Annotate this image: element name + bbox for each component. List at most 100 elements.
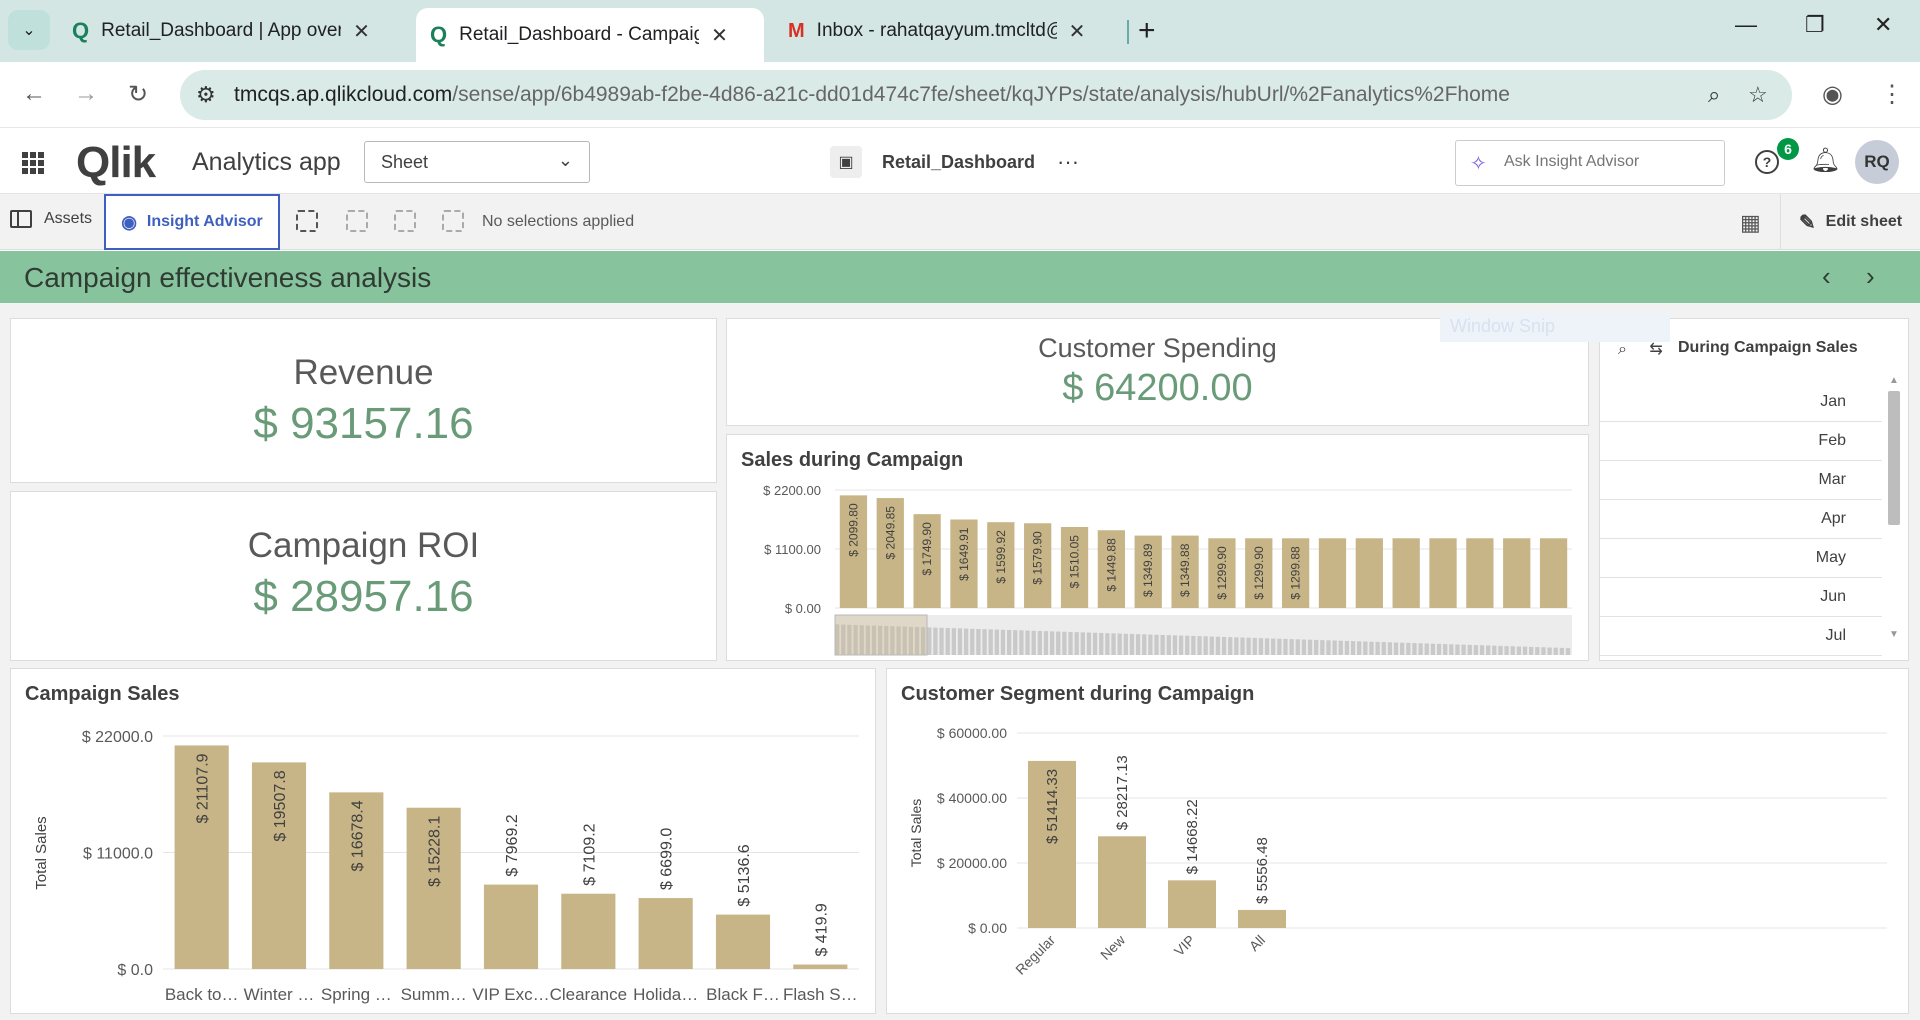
bell-icon[interactable]: 🔔︎	[1810, 146, 1840, 175]
reload-icon[interactable]: ↻	[128, 80, 148, 109]
mini-chart-bar	[1246, 637, 1251, 655]
forward-arrow-icon[interactable]: →	[74, 80, 98, 108]
bookmark-star-icon[interactable]: ☆	[1748, 82, 1768, 108]
mini-chart-bar	[1252, 637, 1257, 655]
filter-scrollbar[interactable]: ▲ ▼	[1886, 375, 1902, 640]
filter-item-feb[interactable]: Feb	[1600, 422, 1882, 461]
minimize-button[interactable]: —	[1735, 12, 1757, 38]
close-icon[interactable]: ✕	[353, 19, 370, 44]
restore-button[interactable]: ❐	[1805, 12, 1825, 38]
browser-tab-app-overview[interactable]: Q Retail_Dashboard | App overview ✕	[58, 8, 384, 54]
back-arrow-icon[interactable]: ←	[22, 80, 46, 108]
mini-chart-bar	[1283, 638, 1288, 655]
y-tick-label: $ 0.0	[117, 962, 153, 979]
profile-icon[interactable]: ◉	[1822, 80, 1843, 109]
scroll-down-icon[interactable]: ▼	[1889, 629, 1899, 640]
mini-chart-bar	[1185, 635, 1190, 655]
insight-search-input[interactable]	[1504, 153, 1714, 171]
y-tick-label: $ 60000.00	[937, 725, 1007, 741]
mini-chart-bar	[939, 627, 944, 655]
sheet-layout-icon[interactable]: ▦	[1740, 210, 1761, 236]
chart-customer-segment[interactable]: Customer Segment during Campaign Total S…	[886, 668, 1909, 1014]
assets-button[interactable]: Assets	[10, 210, 92, 228]
chart-sales-during-campaign[interactable]: Sales during Campaign $ 2200.00 $ 1100.00…	[726, 434, 1589, 661]
mini-chart-bar	[1264, 638, 1270, 655]
filter-item-jun[interactable]: Jun	[1600, 578, 1882, 617]
smart-search-icon[interactable]	[296, 210, 318, 232]
next-sheet-icon[interactable]: ›	[1866, 261, 1875, 292]
mini-chart-bar	[1541, 647, 1546, 655]
insight-search-box[interactable]: ✧	[1455, 140, 1725, 186]
more-menu-icon[interactable]: ⋮	[1880, 80, 1904, 109]
filter-item-apr[interactable]: Apr	[1600, 500, 1882, 539]
mini-chart-bar	[1000, 629, 1006, 655]
y-tick-label: $ 0.00	[968, 920, 1007, 936]
filter-tools: ⌕ ⇆	[1618, 339, 1663, 359]
data-label: $ 2049.85	[883, 506, 897, 560]
step-forward-icon[interactable]	[394, 210, 416, 232]
browser-tab-inbox[interactable]: M Inbox - rahatqayyum.tmcltd@gmail.com ✕	[774, 8, 1099, 54]
bar	[793, 964, 848, 969]
site-settings-icon[interactable]: ⚙	[196, 82, 216, 108]
qlik-logo[interactable]: Qlik	[76, 138, 156, 188]
x-tick-label: Holida…	[633, 985, 698, 1004]
url-bar[interactable]: ⚙ tmcqs.ap.qlikcloud.com/sense/app/6b498…	[180, 70, 1792, 120]
help-icon[interactable]: ?	[1755, 150, 1779, 174]
browser-tab-campaign[interactable]: Q Retail_Dashboard - Campaign effectiven…	[416, 8, 764, 62]
mini-chart-bar	[1049, 631, 1055, 655]
previous-sheet-icon[interactable]: ‹	[1822, 261, 1831, 292]
new-tab-button[interactable]: +	[1138, 14, 1156, 48]
apps-grid-icon[interactable]	[22, 152, 44, 174]
mini-chart-bar	[1092, 632, 1098, 655]
y-tick-label: $ 20000.00	[937, 855, 1007, 871]
browser-tabbar: ⌄ Q Retail_Dashboard | App overview ✕ Q …	[0, 0, 1920, 62]
sparkle-icon: ✧	[1470, 153, 1487, 175]
mini-chart-bar	[988, 629, 993, 655]
bar	[1355, 538, 1383, 608]
kpi-revenue[interactable]: Revenue $ 93157.16	[10, 318, 717, 483]
close-icon[interactable]: ✕	[1069, 19, 1086, 44]
mini-chart-bar	[1443, 644, 1448, 655]
mini-chart-bar	[963, 628, 969, 655]
filter-list-icon[interactable]: ⇆	[1649, 341, 1662, 358]
data-label: $ 419.9	[813, 903, 830, 956]
filter-item-jul[interactable]: Jul	[1600, 617, 1882, 656]
chevron-down-icon: ⌄	[557, 150, 573, 170]
kpi-value: $ 64200.00	[1062, 367, 1253, 409]
mini-chart-bar	[1166, 635, 1171, 655]
insight-advisor-button[interactable]: ◉ Insight Advisor	[104, 194, 280, 250]
mini-chart-bar	[945, 627, 950, 655]
mini-chart-bar	[1479, 645, 1485, 655]
data-label: $ 1510.05	[1068, 535, 1082, 589]
mini-chart-bar	[1215, 636, 1221, 655]
mini-chart-bar	[1314, 639, 1319, 655]
mini-chart-bar	[1529, 646, 1534, 655]
app-name[interactable]: Retail_Dashboard	[882, 152, 1035, 173]
scrollbar-thumb[interactable]	[1888, 391, 1900, 525]
filter-item-jan[interactable]: Jan	[1600, 383, 1882, 422]
filter-item-mar[interactable]: Mar	[1600, 461, 1882, 500]
mini-chart-bar	[1387, 642, 1393, 655]
tab-search-button[interactable]: ⌄	[8, 10, 50, 50]
filter-pane-campaign-sales[interactable]: ⌕ ⇆ During Campaign Sales Jan Feb Mar Apr Ma…	[1599, 318, 1909, 661]
mini-chart-bar	[1369, 641, 1374, 655]
edit-sheet-button[interactable]: ✎ Edit sheet	[1780, 194, 1920, 250]
close-window-button[interactable]: ✕	[1874, 12, 1892, 38]
mini-chart-bar	[1062, 631, 1067, 655]
chart-campaign-sales[interactable]: Campaign Sales Total Sales $ 22000.0 $ 110…	[10, 668, 876, 1014]
mini-chart-bar	[1320, 640, 1325, 655]
step-back-icon[interactable]	[346, 210, 368, 232]
kpi-campaign-roi[interactable]: Campaign ROI $ 28957.16	[10, 491, 717, 661]
more-options-icon[interactable]: ···	[1057, 149, 1079, 175]
search-icon[interactable]: ⌕	[1618, 341, 1627, 358]
sheet-toolbar: Assets ◉ Insight Advisor No selections a…	[0, 194, 1920, 250]
clear-selections-icon[interactable]	[442, 210, 464, 232]
sheet-dropdown[interactable]: Sheet ⌄	[364, 141, 590, 183]
mini-chart-bar	[1553, 647, 1558, 655]
avatar[interactable]: RQ	[1855, 140, 1899, 184]
filter-item-may[interactable]: May	[1600, 539, 1882, 578]
scroll-up-icon[interactable]: ▲	[1889, 375, 1899, 386]
mini-chart-bar	[1025, 630, 1030, 655]
close-icon[interactable]: ✕	[711, 23, 728, 48]
zoom-icon[interactable]: ⌕	[1708, 82, 1720, 108]
